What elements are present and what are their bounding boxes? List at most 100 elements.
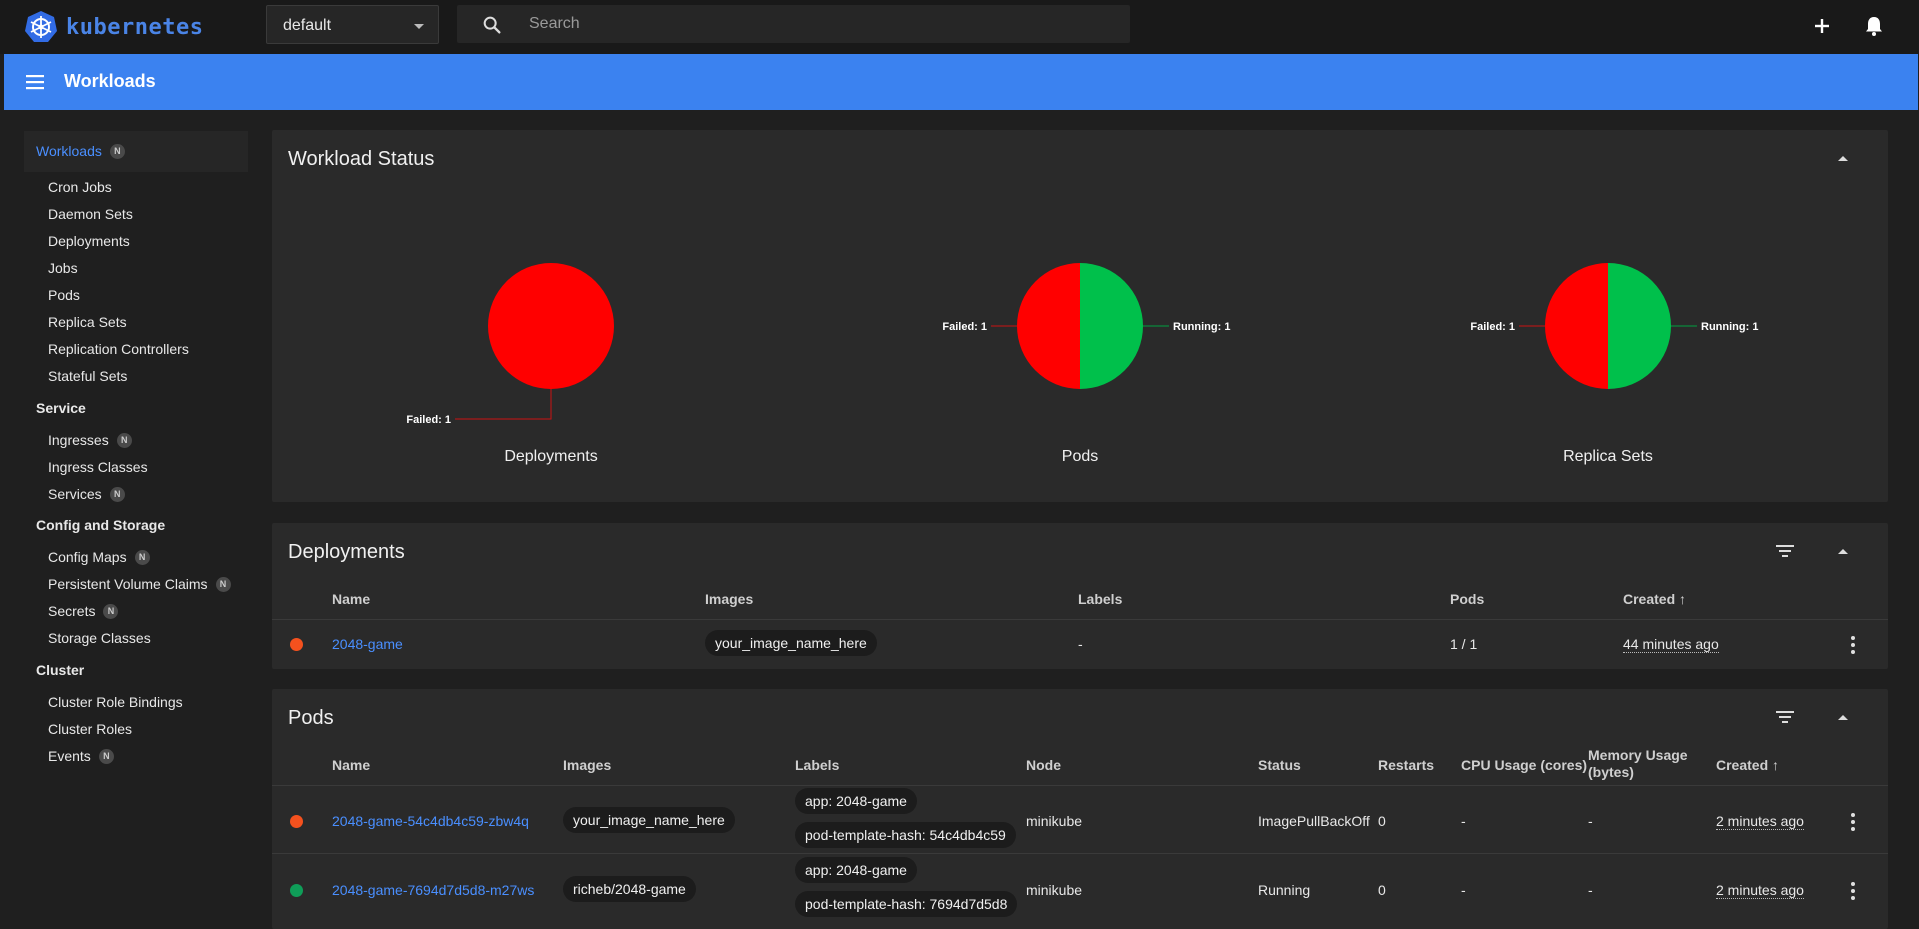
sidebar-item-cluster-roles[interactable]: Cluster Roles [48,719,132,739]
sidebar-item-replica-sets[interactable]: Replica Sets [48,312,127,332]
more-actions-icon[interactable] [1851,882,1855,903]
sidebar-item-label: Persistent Volume Claims [48,576,208,592]
chart-title: Replica Sets [1563,448,1653,465]
deployments-card: Deployments Name Images Labels Pods Crea… [272,523,1888,669]
more-actions-icon[interactable] [1851,636,1855,657]
node-value: minikube [1026,882,1083,898]
column-header-restarts: Restarts [1378,757,1435,773]
sidebar-item-persistent-volume-claims[interactable]: Persistent Volume Claims N [48,574,231,594]
chart-title: Pods [1062,448,1098,465]
namespace-select[interactable]: default [266,5,439,44]
divider [272,785,1888,786]
sidebar-item-label: Config Maps [48,549,127,565]
column-header-created[interactable]: Created ↑ [1623,591,1686,607]
divider [272,853,1888,854]
leader-line [455,389,552,420]
sidebar-item-secrets[interactable]: Secrets N [48,601,119,621]
pie-slice-failed[interactable] [488,263,614,389]
collapse-icon[interactable] [1838,715,1848,720]
cpu-value: - [1461,882,1466,898]
workload-status-card: Workload Status Failed: 1 Deployments Fail… [272,130,1888,502]
sidebar-item-stateful-sets[interactable]: Stateful Sets [48,366,127,386]
column-header-labels: Labels [795,757,840,773]
more-actions-icon[interactable] [1851,813,1855,834]
labels-value: - [1078,636,1083,652]
sidebar-section-config-storage[interactable]: Config and Storage [36,515,165,535]
column-header-name[interactable]: Name [332,757,370,773]
status-error-dot [290,815,303,828]
column-header-status: Status [1258,757,1301,773]
created-value: 44 minutes ago [1623,636,1719,653]
sidebar-item-pods[interactable]: Pods [48,285,80,305]
slice-label-running: Running: 1 [1173,321,1230,333]
pie-slice-failed[interactable] [1545,263,1608,389]
filter-icon[interactable] [1774,540,1796,562]
slice-label-failed: Failed: 1 [406,414,451,426]
sidebar-item-config-maps[interactable]: Config Maps N [48,547,150,567]
column-header-name[interactable]: Name [332,591,370,607]
search-bar [457,5,1130,43]
sidebar-item-replication-controllers[interactable]: Replication Controllers [48,339,189,359]
sidebar-item-label: Cluster Roles [48,721,133,737]
pie-slice-running[interactable] [1608,263,1671,389]
namespaced-badge: N [103,603,119,619]
memory-value: - [1588,813,1593,829]
sidebar-section-cluster[interactable]: Cluster [36,660,84,680]
status-value: ImagePullBackOff [1258,813,1370,829]
sidebar-item-events[interactable]: Events N [48,746,114,766]
column-header-images: Images [705,591,754,607]
search-input[interactable] [529,5,1109,43]
sidebar-item-services[interactable]: Services N [48,484,125,504]
pods-value: 1 / 1 [1450,636,1478,652]
node-value: minikube [1026,813,1083,829]
image-chip: your_image_name_here [563,807,735,833]
namespaced-badge: N [116,432,132,448]
sidebar-item-daemon-sets[interactable]: Daemon Sets [48,204,133,224]
sidebar-item-storage-classes[interactable]: Storage Classes [48,628,151,648]
sidebar-item-cron-jobs[interactable]: Cron Jobs [48,177,112,197]
column-header-labels: Labels [1078,591,1123,607]
sidebar-item-label: Ingresses [48,432,109,448]
notifications-bell-icon[interactable] [1860,12,1888,40]
card-title: Pods [288,707,334,729]
label-chip: pod-template-hash: 54c4db4c59 [795,822,1016,848]
restarts-value: 0 [1378,813,1386,829]
pod-name-link[interactable]: 2048-game-7694d7d5d8-m27ws [332,882,534,898]
deployment-name-link[interactable]: 2048-game [332,636,403,652]
sidebar-item-jobs[interactable]: Jobs [48,258,78,278]
sidebar-item-cluster-role-bindings[interactable]: Cluster Role Bindings [48,692,183,712]
filter-icon[interactable] [1774,706,1796,728]
created-value: 2 minutes ago [1716,882,1804,899]
top-bar: kubernetes default [0,0,1919,54]
column-header-pods: Pods [1450,591,1485,607]
sidebar: Workloads N Cron Jobs Daemon Sets Deploy… [4,110,260,916]
pods-card: Pods Name Images Labels Node Status Rest… [272,689,1888,929]
column-header-created[interactable]: Created ↑ [1716,757,1779,773]
sidebar-item-ingresses[interactable]: Ingresses N [48,430,132,450]
namespaced-badge: N [134,549,150,565]
status-ok-dot [290,884,303,897]
pie-slice-running[interactable] [1080,263,1143,389]
pie-slice-failed[interactable] [1017,263,1080,389]
collapse-icon[interactable] [1838,549,1848,554]
add-icon[interactable] [1808,12,1836,40]
sidebar-item-deployments[interactable]: Deployments [48,231,130,251]
pod-name-link[interactable]: 2048-game-54c4db4c59-zbw4q [332,813,529,829]
label-chip: app: 2048-game [795,857,917,883]
sidebar-item-label: Services [48,486,102,502]
kubernetes-helm-icon [25,11,57,42]
logo-text: kubernetes [66,14,204,40]
sidebar-item-label: Storage Classes [48,630,151,646]
sidebar-item-workloads-label[interactable]: Workloads N [36,141,125,161]
sidebar-item-ingress-classes[interactable]: Ingress Classes [48,457,148,477]
workload-status-charts: Failed: 1 Deployments Failed: 1 Running: 1 P… [406,263,1758,465]
menu-icon[interactable] [24,70,48,94]
sidebar-item-label: Ingress Classes [48,459,148,475]
kubernetes-logo[interactable]: kubernetes [24,8,203,46]
slice-label-failed: Failed: 1 [1470,321,1515,333]
divider [272,619,1888,620]
sidebar-section-service[interactable]: Service [36,398,86,418]
restarts-value: 0 [1378,882,1386,898]
collapse-icon[interactable] [1838,156,1848,161]
status-error-dot [290,638,303,651]
